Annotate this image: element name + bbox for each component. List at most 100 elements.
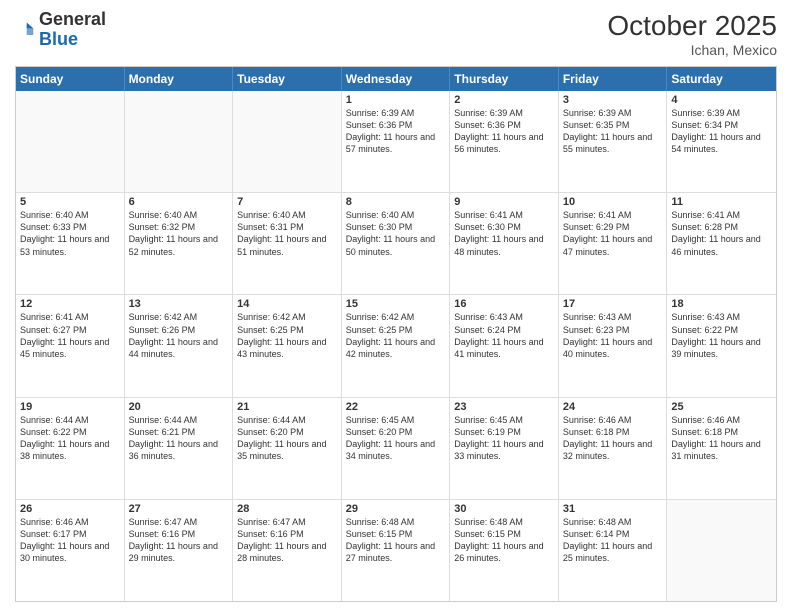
day-number: 1 bbox=[346, 94, 446, 106]
cell-details: Sunrise: 6:43 AMSunset: 6:22 PMDaylight:… bbox=[671, 311, 772, 360]
cell-details: Sunrise: 6:42 AMSunset: 6:25 PMDaylight:… bbox=[346, 311, 446, 360]
calendar-cell: 26Sunrise: 6:46 AMSunset: 6:17 PMDayligh… bbox=[16, 500, 125, 601]
day-of-week-header: Monday bbox=[125, 67, 234, 91]
title-block: October 2025 Ichan, Mexico bbox=[607, 10, 777, 58]
day-number: 11 bbox=[671, 196, 772, 208]
header: General Blue October 2025 Ichan, Mexico bbox=[15, 10, 777, 58]
cell-details: Sunrise: 6:47 AMSunset: 6:16 PMDaylight:… bbox=[129, 516, 229, 565]
day-number: 24 bbox=[563, 401, 663, 413]
location-subtitle: Ichan, Mexico bbox=[607, 42, 777, 58]
cell-details: Sunrise: 6:41 AMSunset: 6:29 PMDaylight:… bbox=[563, 209, 663, 258]
calendar-cell: 19Sunrise: 6:44 AMSunset: 6:22 PMDayligh… bbox=[16, 398, 125, 499]
cell-details: Sunrise: 6:46 AMSunset: 6:17 PMDaylight:… bbox=[20, 516, 120, 565]
calendar-cell: 9Sunrise: 6:41 AMSunset: 6:30 PMDaylight… bbox=[450, 193, 559, 294]
page: General Blue October 2025 Ichan, Mexico … bbox=[0, 0, 792, 612]
calendar: SundayMondayTuesdayWednesdayThursdayFrid… bbox=[15, 66, 777, 602]
cell-details: Sunrise: 6:40 AMSunset: 6:31 PMDaylight:… bbox=[237, 209, 337, 258]
cell-details: Sunrise: 6:48 AMSunset: 6:15 PMDaylight:… bbox=[346, 516, 446, 565]
cell-details: Sunrise: 6:41 AMSunset: 6:27 PMDaylight:… bbox=[20, 311, 120, 360]
calendar-cell: 4Sunrise: 6:39 AMSunset: 6:34 PMDaylight… bbox=[667, 91, 776, 192]
day-number: 9 bbox=[454, 196, 554, 208]
calendar-cell: 29Sunrise: 6:48 AMSunset: 6:15 PMDayligh… bbox=[342, 500, 451, 601]
cell-details: Sunrise: 6:45 AMSunset: 6:19 PMDaylight:… bbox=[454, 414, 554, 463]
calendar-cell: 23Sunrise: 6:45 AMSunset: 6:19 PMDayligh… bbox=[450, 398, 559, 499]
day-number: 15 bbox=[346, 298, 446, 310]
calendar-cell: 21Sunrise: 6:44 AMSunset: 6:20 PMDayligh… bbox=[233, 398, 342, 499]
cell-details: Sunrise: 6:41 AMSunset: 6:28 PMDaylight:… bbox=[671, 209, 772, 258]
day-number: 20 bbox=[129, 401, 229, 413]
calendar-cell bbox=[667, 500, 776, 601]
day-number: 2 bbox=[454, 94, 554, 106]
cell-details: Sunrise: 6:48 AMSunset: 6:14 PMDaylight:… bbox=[563, 516, 663, 565]
logo: General Blue bbox=[15, 10, 106, 50]
calendar-row: 19Sunrise: 6:44 AMSunset: 6:22 PMDayligh… bbox=[16, 398, 776, 500]
cell-details: Sunrise: 6:40 AMSunset: 6:32 PMDaylight:… bbox=[129, 209, 229, 258]
cell-details: Sunrise: 6:40 AMSunset: 6:30 PMDaylight:… bbox=[346, 209, 446, 258]
day-of-week-header: Tuesday bbox=[233, 67, 342, 91]
calendar-cell: 28Sunrise: 6:47 AMSunset: 6:16 PMDayligh… bbox=[233, 500, 342, 601]
day-number: 14 bbox=[237, 298, 337, 310]
calendar-cell: 20Sunrise: 6:44 AMSunset: 6:21 PMDayligh… bbox=[125, 398, 234, 499]
calendar-row: 5Sunrise: 6:40 AMSunset: 6:33 PMDaylight… bbox=[16, 193, 776, 295]
cell-details: Sunrise: 6:40 AMSunset: 6:33 PMDaylight:… bbox=[20, 209, 120, 258]
day-of-week-header: Saturday bbox=[667, 67, 776, 91]
day-of-week-header: Friday bbox=[559, 67, 668, 91]
calendar-cell: 16Sunrise: 6:43 AMSunset: 6:24 PMDayligh… bbox=[450, 295, 559, 396]
day-number: 18 bbox=[671, 298, 772, 310]
calendar-header: SundayMondayTuesdayWednesdayThursdayFrid… bbox=[16, 67, 776, 91]
cell-details: Sunrise: 6:48 AMSunset: 6:15 PMDaylight:… bbox=[454, 516, 554, 565]
day-number: 6 bbox=[129, 196, 229, 208]
day-number: 30 bbox=[454, 503, 554, 515]
calendar-cell: 12Sunrise: 6:41 AMSunset: 6:27 PMDayligh… bbox=[16, 295, 125, 396]
day-of-week-header: Sunday bbox=[16, 67, 125, 91]
cell-details: Sunrise: 6:43 AMSunset: 6:24 PMDaylight:… bbox=[454, 311, 554, 360]
day-of-week-header: Thursday bbox=[450, 67, 559, 91]
day-number: 3 bbox=[563, 94, 663, 106]
cell-details: Sunrise: 6:46 AMSunset: 6:18 PMDaylight:… bbox=[671, 414, 772, 463]
calendar-cell: 6Sunrise: 6:40 AMSunset: 6:32 PMDaylight… bbox=[125, 193, 234, 294]
calendar-cell bbox=[233, 91, 342, 192]
calendar-cell: 17Sunrise: 6:43 AMSunset: 6:23 PMDayligh… bbox=[559, 295, 668, 396]
calendar-cell: 1Sunrise: 6:39 AMSunset: 6:36 PMDaylight… bbox=[342, 91, 451, 192]
day-number: 13 bbox=[129, 298, 229, 310]
calendar-cell: 3Sunrise: 6:39 AMSunset: 6:35 PMDaylight… bbox=[559, 91, 668, 192]
cell-details: Sunrise: 6:44 AMSunset: 6:22 PMDaylight:… bbox=[20, 414, 120, 463]
calendar-cell bbox=[125, 91, 234, 192]
calendar-cell: 24Sunrise: 6:46 AMSunset: 6:18 PMDayligh… bbox=[559, 398, 668, 499]
calendar-cell: 13Sunrise: 6:42 AMSunset: 6:26 PMDayligh… bbox=[125, 295, 234, 396]
day-number: 28 bbox=[237, 503, 337, 515]
cell-details: Sunrise: 6:39 AMSunset: 6:36 PMDaylight:… bbox=[346, 107, 446, 156]
month-year-title: October 2025 bbox=[607, 10, 777, 42]
calendar-cell: 31Sunrise: 6:48 AMSunset: 6:14 PMDayligh… bbox=[559, 500, 668, 601]
calendar-cell: 15Sunrise: 6:42 AMSunset: 6:25 PMDayligh… bbox=[342, 295, 451, 396]
calendar-cell: 22Sunrise: 6:45 AMSunset: 6:20 PMDayligh… bbox=[342, 398, 451, 499]
cell-details: Sunrise: 6:44 AMSunset: 6:20 PMDaylight:… bbox=[237, 414, 337, 463]
cell-details: Sunrise: 6:45 AMSunset: 6:20 PMDaylight:… bbox=[346, 414, 446, 463]
day-number: 17 bbox=[563, 298, 663, 310]
day-number: 22 bbox=[346, 401, 446, 413]
calendar-cell: 14Sunrise: 6:42 AMSunset: 6:25 PMDayligh… bbox=[233, 295, 342, 396]
cell-details: Sunrise: 6:42 AMSunset: 6:26 PMDaylight:… bbox=[129, 311, 229, 360]
calendar-cell: 10Sunrise: 6:41 AMSunset: 6:29 PMDayligh… bbox=[559, 193, 668, 294]
day-number: 21 bbox=[237, 401, 337, 413]
cell-details: Sunrise: 6:42 AMSunset: 6:25 PMDaylight:… bbox=[237, 311, 337, 360]
logo-general-text: General bbox=[39, 9, 106, 29]
calendar-cell: 7Sunrise: 6:40 AMSunset: 6:31 PMDaylight… bbox=[233, 193, 342, 294]
calendar-cell: 5Sunrise: 6:40 AMSunset: 6:33 PMDaylight… bbox=[16, 193, 125, 294]
logo-icon bbox=[15, 20, 35, 40]
day-number: 23 bbox=[454, 401, 554, 413]
day-number: 27 bbox=[129, 503, 229, 515]
calendar-row: 12Sunrise: 6:41 AMSunset: 6:27 PMDayligh… bbox=[16, 295, 776, 397]
day-number: 26 bbox=[20, 503, 120, 515]
calendar-cell: 27Sunrise: 6:47 AMSunset: 6:16 PMDayligh… bbox=[125, 500, 234, 601]
calendar-cell: 25Sunrise: 6:46 AMSunset: 6:18 PMDayligh… bbox=[667, 398, 776, 499]
day-number: 31 bbox=[563, 503, 663, 515]
day-number: 8 bbox=[346, 196, 446, 208]
cell-details: Sunrise: 6:41 AMSunset: 6:30 PMDaylight:… bbox=[454, 209, 554, 258]
cell-details: Sunrise: 6:43 AMSunset: 6:23 PMDaylight:… bbox=[563, 311, 663, 360]
calendar-row: 26Sunrise: 6:46 AMSunset: 6:17 PMDayligh… bbox=[16, 500, 776, 601]
cell-details: Sunrise: 6:47 AMSunset: 6:16 PMDaylight:… bbox=[237, 516, 337, 565]
calendar-body: 1Sunrise: 6:39 AMSunset: 6:36 PMDaylight… bbox=[16, 91, 776, 601]
day-number: 10 bbox=[563, 196, 663, 208]
cell-details: Sunrise: 6:39 AMSunset: 6:36 PMDaylight:… bbox=[454, 107, 554, 156]
